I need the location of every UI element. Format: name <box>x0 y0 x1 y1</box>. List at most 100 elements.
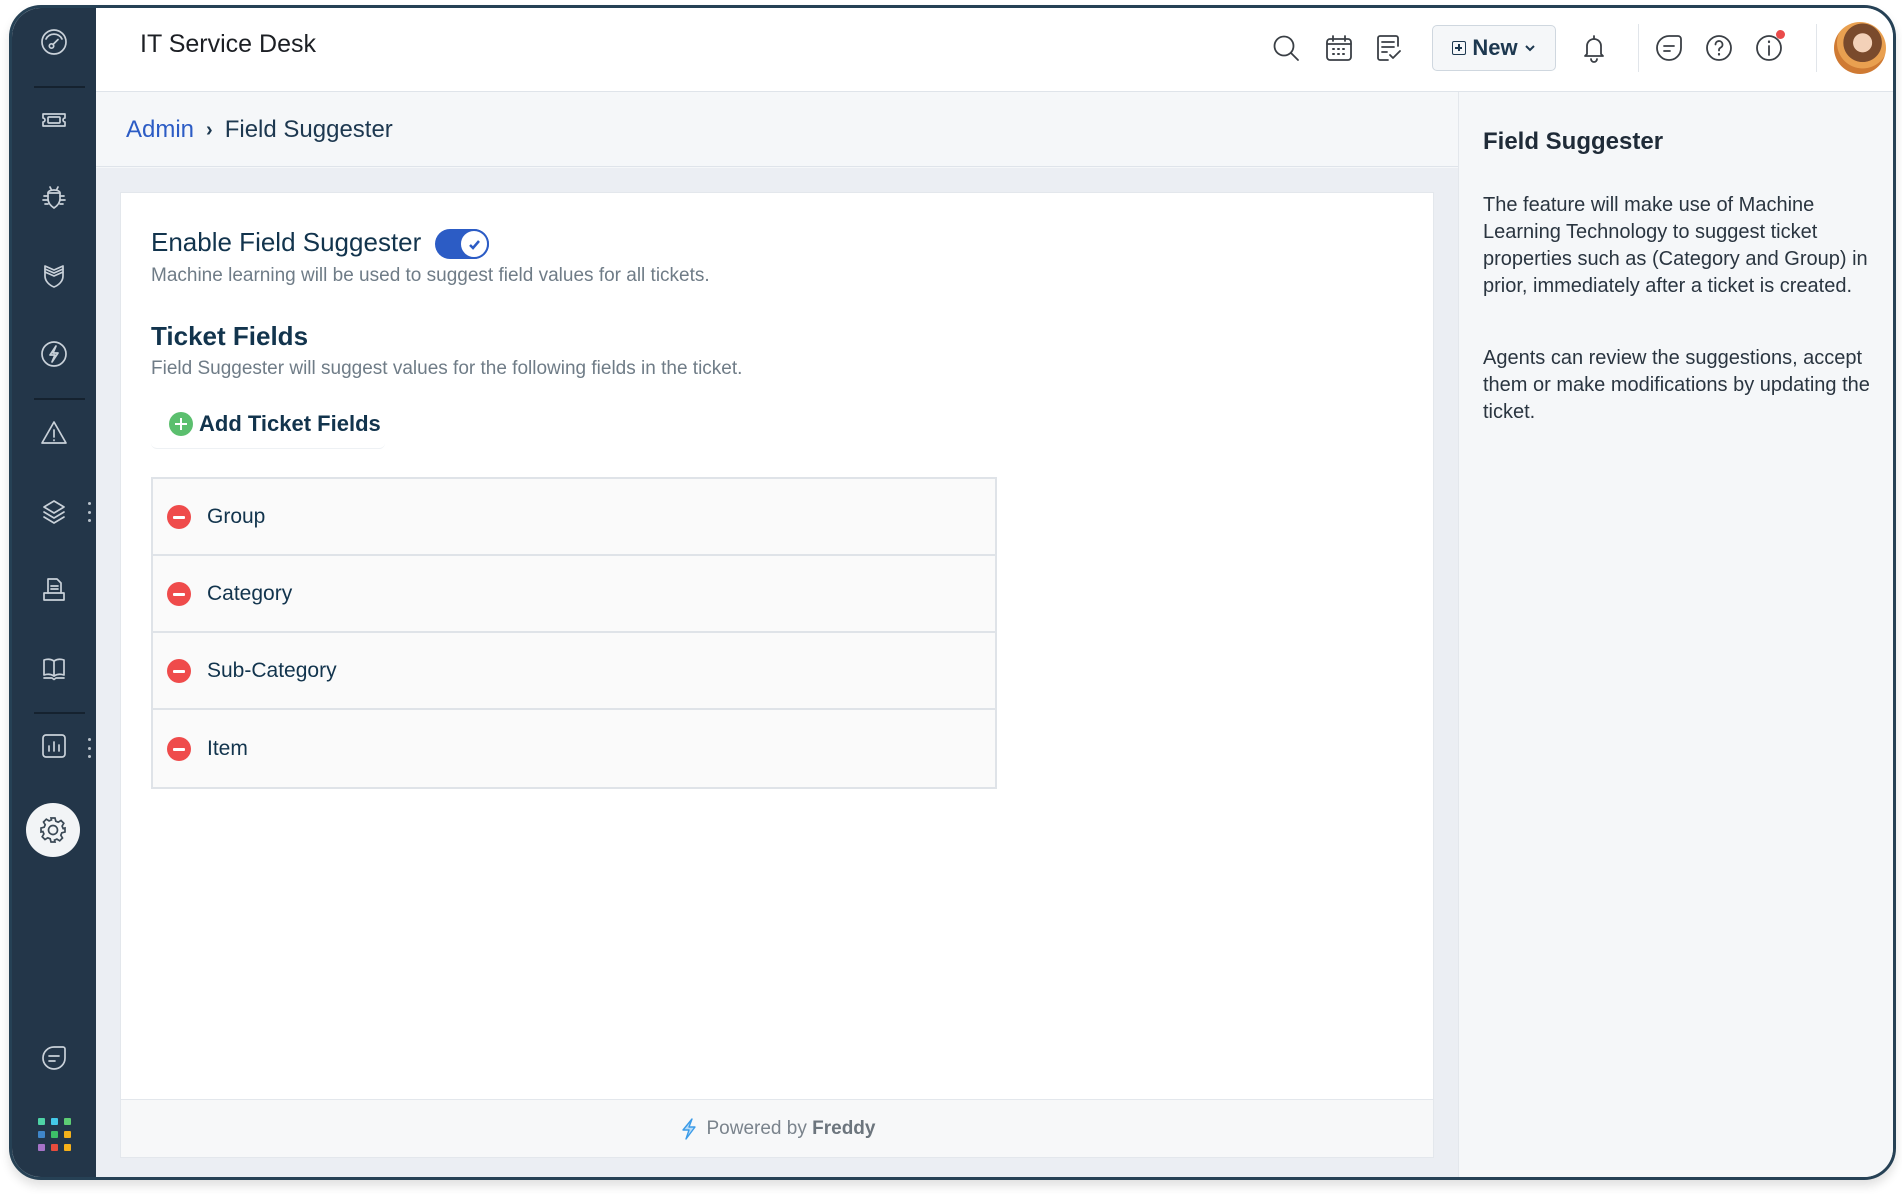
field-label: Item <box>207 736 248 760</box>
field-row: Category <box>153 556 995 633</box>
gear-icon <box>40 817 66 843</box>
field-row: Group <box>153 479 995 556</box>
breadcrumb-admin-link[interactable]: Admin <box>126 116 194 144</box>
apps-grid-cell <box>64 1118 71 1125</box>
chat-icon <box>42 1046 66 1070</box>
remove-field-icon[interactable] <box>167 504 191 529</box>
breadcrumb-bar: Admin › Field Suggester <box>96 92 1458 167</box>
help-panel-title: Field Suggester <box>1483 128 1664 155</box>
bug-icon <box>42 186 66 209</box>
todo-button[interactable] <box>1371 30 1407 66</box>
apps-grid-cell <box>64 1144 71 1151</box>
topbar-divider <box>1638 24 1639 72</box>
powered-by-text: Powered by Freddy <box>707 1118 876 1140</box>
sidebar-item-solutions[interactable] <box>34 648 74 688</box>
ticket-fields-heading: Ticket Fields <box>151 321 309 351</box>
enable-description: Machine learning will be used to suggest… <box>151 265 710 286</box>
remove-field-icon[interactable] <box>167 658 191 683</box>
enable-heading: Enable Field Suggester <box>151 227 422 257</box>
calendar-button[interactable] <box>1321 30 1357 66</box>
add-ticket-fields-label: Add Ticket Fields <box>199 410 381 436</box>
search-button[interactable] <box>1268 30 1304 66</box>
new-button[interactable]: New <box>1432 25 1556 71</box>
settings-card: Enable Field Suggester Machine learning … <box>120 192 1434 1158</box>
sidebar-item-assets[interactable] <box>34 492 74 532</box>
page-title: Field Suggester <box>224 116 393 143</box>
sidebar-item-dashboard[interactable] <box>34 22 74 62</box>
sidebar-item-tickets[interactable] <box>34 100 74 140</box>
toggle-knob <box>459 229 489 259</box>
help-panel: Field Suggester The feature will make us… <box>1458 92 1893 1177</box>
chat-button[interactable] <box>1651 30 1687 66</box>
notifications-button[interactable] <box>1576 30 1612 66</box>
field-row: Item <box>153 710 995 787</box>
apps-grid-cell <box>51 1144 58 1151</box>
apps-grid-cell <box>38 1144 45 1151</box>
sidebar-item-chat[interactable] <box>34 1038 74 1078</box>
apps-grid-cell <box>38 1131 45 1138</box>
apps-grid-icon[interactable] <box>38 1118 71 1151</box>
search-icon <box>1273 35 1299 61</box>
sidebar-more-menu[interactable] <box>86 502 92 522</box>
new-button-label: New <box>1472 35 1518 60</box>
sidebar-more-menu[interactable] <box>86 738 92 758</box>
ticket-icon <box>42 113 66 127</box>
calendar-icon <box>1326 35 1352 61</box>
field-label: Group <box>207 504 266 528</box>
document-tray-icon <box>43 578 65 601</box>
sidebar-item-admin[interactable] <box>26 803 80 857</box>
sidebar <box>12 8 96 1177</box>
add-ticket-fields-button[interactable]: Add Ticket Fields <box>151 399 385 449</box>
top-bar: IT Service Desk New <box>96 8 1893 92</box>
field-row: Sub-Category <box>153 633 995 710</box>
todo-icon <box>1377 35 1401 61</box>
apps-grid-cell <box>51 1118 58 1125</box>
ticket-fields-list: Group Category Sub-Category Item <box>151 477 997 789</box>
notification-dot <box>1776 30 1785 39</box>
powered-by-footer: Powered by Freddy <box>121 1099 1433 1157</box>
bell-icon <box>1584 35 1604 63</box>
sidebar-item-problems[interactable] <box>34 178 74 218</box>
topbar-divider <box>1816 24 1817 72</box>
app-title: IT Service Desk <box>140 30 316 58</box>
sidebar-divider <box>34 712 85 714</box>
lightning-icon <box>41 341 67 367</box>
sidebar-item-alerts[interactable] <box>34 413 74 453</box>
info-button[interactable] <box>1751 30 1787 66</box>
apps-grid-cell <box>51 1131 58 1138</box>
field-label: Sub-Category <box>207 658 337 682</box>
breadcrumb: Admin › Field Suggester <box>126 116 393 144</box>
apps-grid-cell <box>64 1131 71 1138</box>
help-icon <box>1706 35 1732 61</box>
user-avatar[interactable] <box>1834 22 1886 74</box>
app-window: IT Service Desk New Admin › Field Sugges… <box>9 5 1896 1180</box>
layers-icon <box>43 500 65 524</box>
powered-by-label: Powered by <box>706 1117 807 1139</box>
sidebar-divider <box>34 86 85 88</box>
field-label: Category <box>207 581 293 605</box>
apps-grid-cell <box>38 1118 45 1125</box>
help-button[interactable] <box>1701 30 1737 66</box>
sidebar-divider <box>34 398 85 400</box>
help-paragraph: Agents can review the suggestions, accep… <box>1483 347 1870 423</box>
shield-icon <box>44 265 64 288</box>
gauge-icon <box>41 29 67 55</box>
ticket-fields-description: Field Suggester will suggest values for … <box>151 358 743 379</box>
breadcrumb-separator: › <box>206 118 213 141</box>
sidebar-item-reports[interactable] <box>34 726 74 766</box>
help-paragraph: The feature will make use of Machine Lea… <box>1483 194 1868 297</box>
sidebar-item-purchase-orders[interactable] <box>34 570 74 610</box>
sidebar-item-changes[interactable] <box>34 256 74 296</box>
chat-icon <box>1656 35 1682 61</box>
plus-circle-icon <box>169 411 193 436</box>
warning-icon <box>41 421 67 444</box>
sidebar-item-releases[interactable] <box>34 334 74 374</box>
book-icon <box>43 658 65 681</box>
remove-field-icon[interactable] <box>167 736 191 761</box>
check-icon <box>468 239 480 250</box>
freddy-lightning-icon <box>681 1117 696 1140</box>
chevron-down-icon <box>1524 45 1535 52</box>
remove-field-icon[interactable] <box>167 581 191 606</box>
enable-toggle[interactable] <box>435 229 489 259</box>
freddy-brand: Freddy <box>812 1117 876 1139</box>
